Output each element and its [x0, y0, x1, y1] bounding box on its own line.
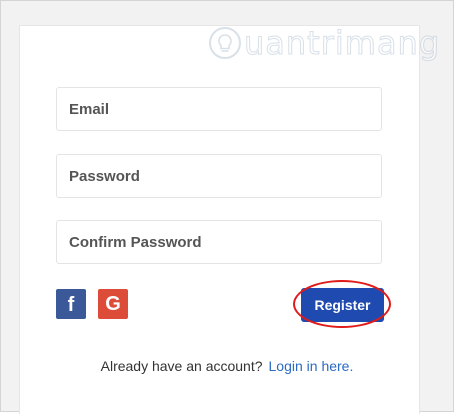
password-field[interactable] — [57, 155, 381, 197]
register-button[interactable]: Register — [301, 288, 384, 322]
facebook-icon: f — [67, 294, 75, 316]
facebook-login-button[interactable]: f — [56, 289, 86, 319]
login-prompt: Already have an account? Login in here. — [0, 358, 454, 374]
watermark-text: uantrimang — [243, 24, 441, 63]
google-icon: G — [105, 292, 121, 315]
password-field-wrap — [56, 154, 382, 198]
login-prompt-text: Already have an account? — [100, 358, 263, 374]
email-field[interactable] — [57, 88, 381, 130]
login-link[interactable]: Login in here. — [269, 358, 354, 374]
confirm-password-field[interactable] — [57, 221, 381, 263]
google-login-button[interactable]: G — [98, 289, 128, 319]
watermark: uantrimang — [208, 24, 441, 63]
confirm-password-field-wrap — [56, 220, 382, 264]
lightbulb-logo-icon — [209, 27, 241, 59]
email-field-wrap — [56, 87, 382, 131]
